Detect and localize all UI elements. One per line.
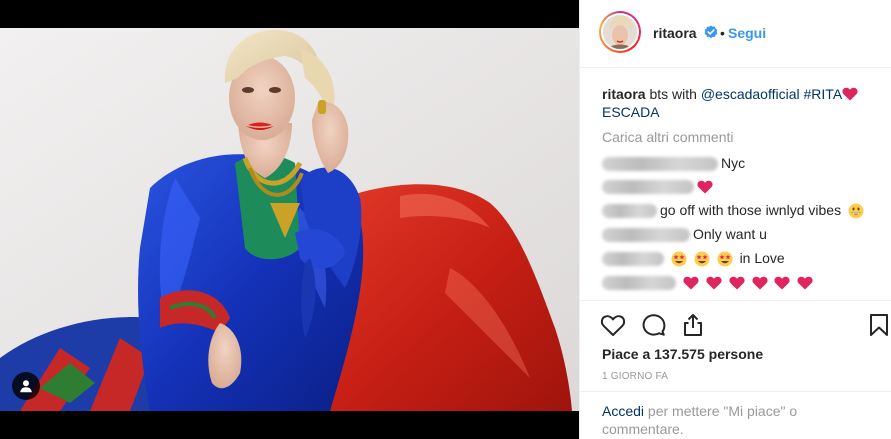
avatar[interactable]: [599, 11, 641, 53]
comment-text: Nyc: [721, 155, 746, 171]
comment-username-blurred[interactable]: [602, 180, 694, 195]
red-heart-icon: [774, 276, 791, 290]
post-header: ritaora • Segui: [580, 0, 891, 68]
verified-badge-icon: [704, 25, 718, 39]
caption-text: bts with: [645, 86, 701, 102]
comment-text: in Love: [739, 250, 785, 266]
comment-text: go off with those iwnlyd vibes: [660, 202, 842, 218]
comment-item: [602, 176, 716, 196]
comment-username-blurred[interactable]: [602, 204, 657, 219]
comment-username-blurred[interactable]: [602, 252, 664, 267]
comment-username-blurred[interactable]: [602, 276, 676, 291]
star-struck-icon: [671, 251, 687, 267]
caption-hashtag-continued[interactable]: ESCADA: [602, 104, 660, 120]
load-more-comments-button[interactable]: Carica altri commenti: [602, 129, 733, 145]
post-actions: Piace a 137.575 persone 1 GIORNO FA Acce…: [580, 300, 891, 439]
bookmark-icon[interactable]: [866, 312, 891, 338]
comment-item: go off with those iwnlyd vibes: [602, 200, 867, 220]
star-struck-icon: [694, 251, 710, 267]
likes-count[interactable]: Piace a 137.575 persone: [602, 346, 763, 362]
login-prompt-text: Accedi per mettere "Mi piace" o commenta…: [602, 402, 802, 438]
comment-username-blurred[interactable]: [602, 228, 690, 243]
login-link[interactable]: Accedi: [602, 403, 644, 419]
post-photo: [0, 28, 579, 411]
caption-hashtag[interactable]: #RITA: [804, 86, 843, 102]
comment-text: Only want u: [693, 226, 767, 242]
red-heart-icon: [683, 276, 699, 290]
comment-item: Only want u: [602, 224, 767, 244]
comment-item: in Love: [602, 248, 785, 268]
header-separator: •: [720, 25, 725, 41]
star-struck-icon: [717, 251, 733, 267]
heart-icon[interactable]: [600, 312, 626, 338]
login-prompt: Accedi per mettere "Mi piace" o commenta…: [580, 391, 891, 437]
follow-button[interactable]: Segui: [728, 25, 766, 41]
post-side-panel: ritaora • Segui ritaora bts with @escada…: [579, 0, 891, 439]
caption-username[interactable]: ritaora: [602, 86, 646, 102]
comment-username-blurred[interactable]: [602, 157, 718, 172]
red-heart-icon: [706, 276, 722, 290]
user-tag-icon: [20, 380, 32, 393]
comment-item: [602, 272, 816, 292]
red-heart-icon: [797, 276, 813, 290]
comments-list: ritaora bts with @escadaofficial #RITA E…: [580, 68, 891, 300]
red-heart-icon: [729, 276, 745, 290]
avatar-image: [603, 15, 637, 49]
photo-illustration: [0, 28, 579, 411]
grinning-face-icon: [848, 203, 864, 219]
red-heart-icon: [752, 276, 768, 290]
post-timestamp[interactable]: 1 GIORNO FA: [602, 371, 668, 382]
red-heart-icon: [842, 87, 858, 101]
post-media: [0, 0, 579, 439]
caption-mention[interactable]: @escadaofficial: [701, 86, 800, 102]
comment-item: Nyc: [602, 153, 745, 173]
user-tag-button[interactable]: [12, 372, 40, 400]
header-username[interactable]: ritaora: [653, 25, 697, 41]
comment-icon[interactable]: [641, 312, 667, 338]
share-icon[interactable]: [680, 312, 706, 338]
post-caption: ritaora bts with @escadaofficial #RITA E…: [602, 85, 882, 121]
red-heart-icon: [697, 180, 713, 194]
